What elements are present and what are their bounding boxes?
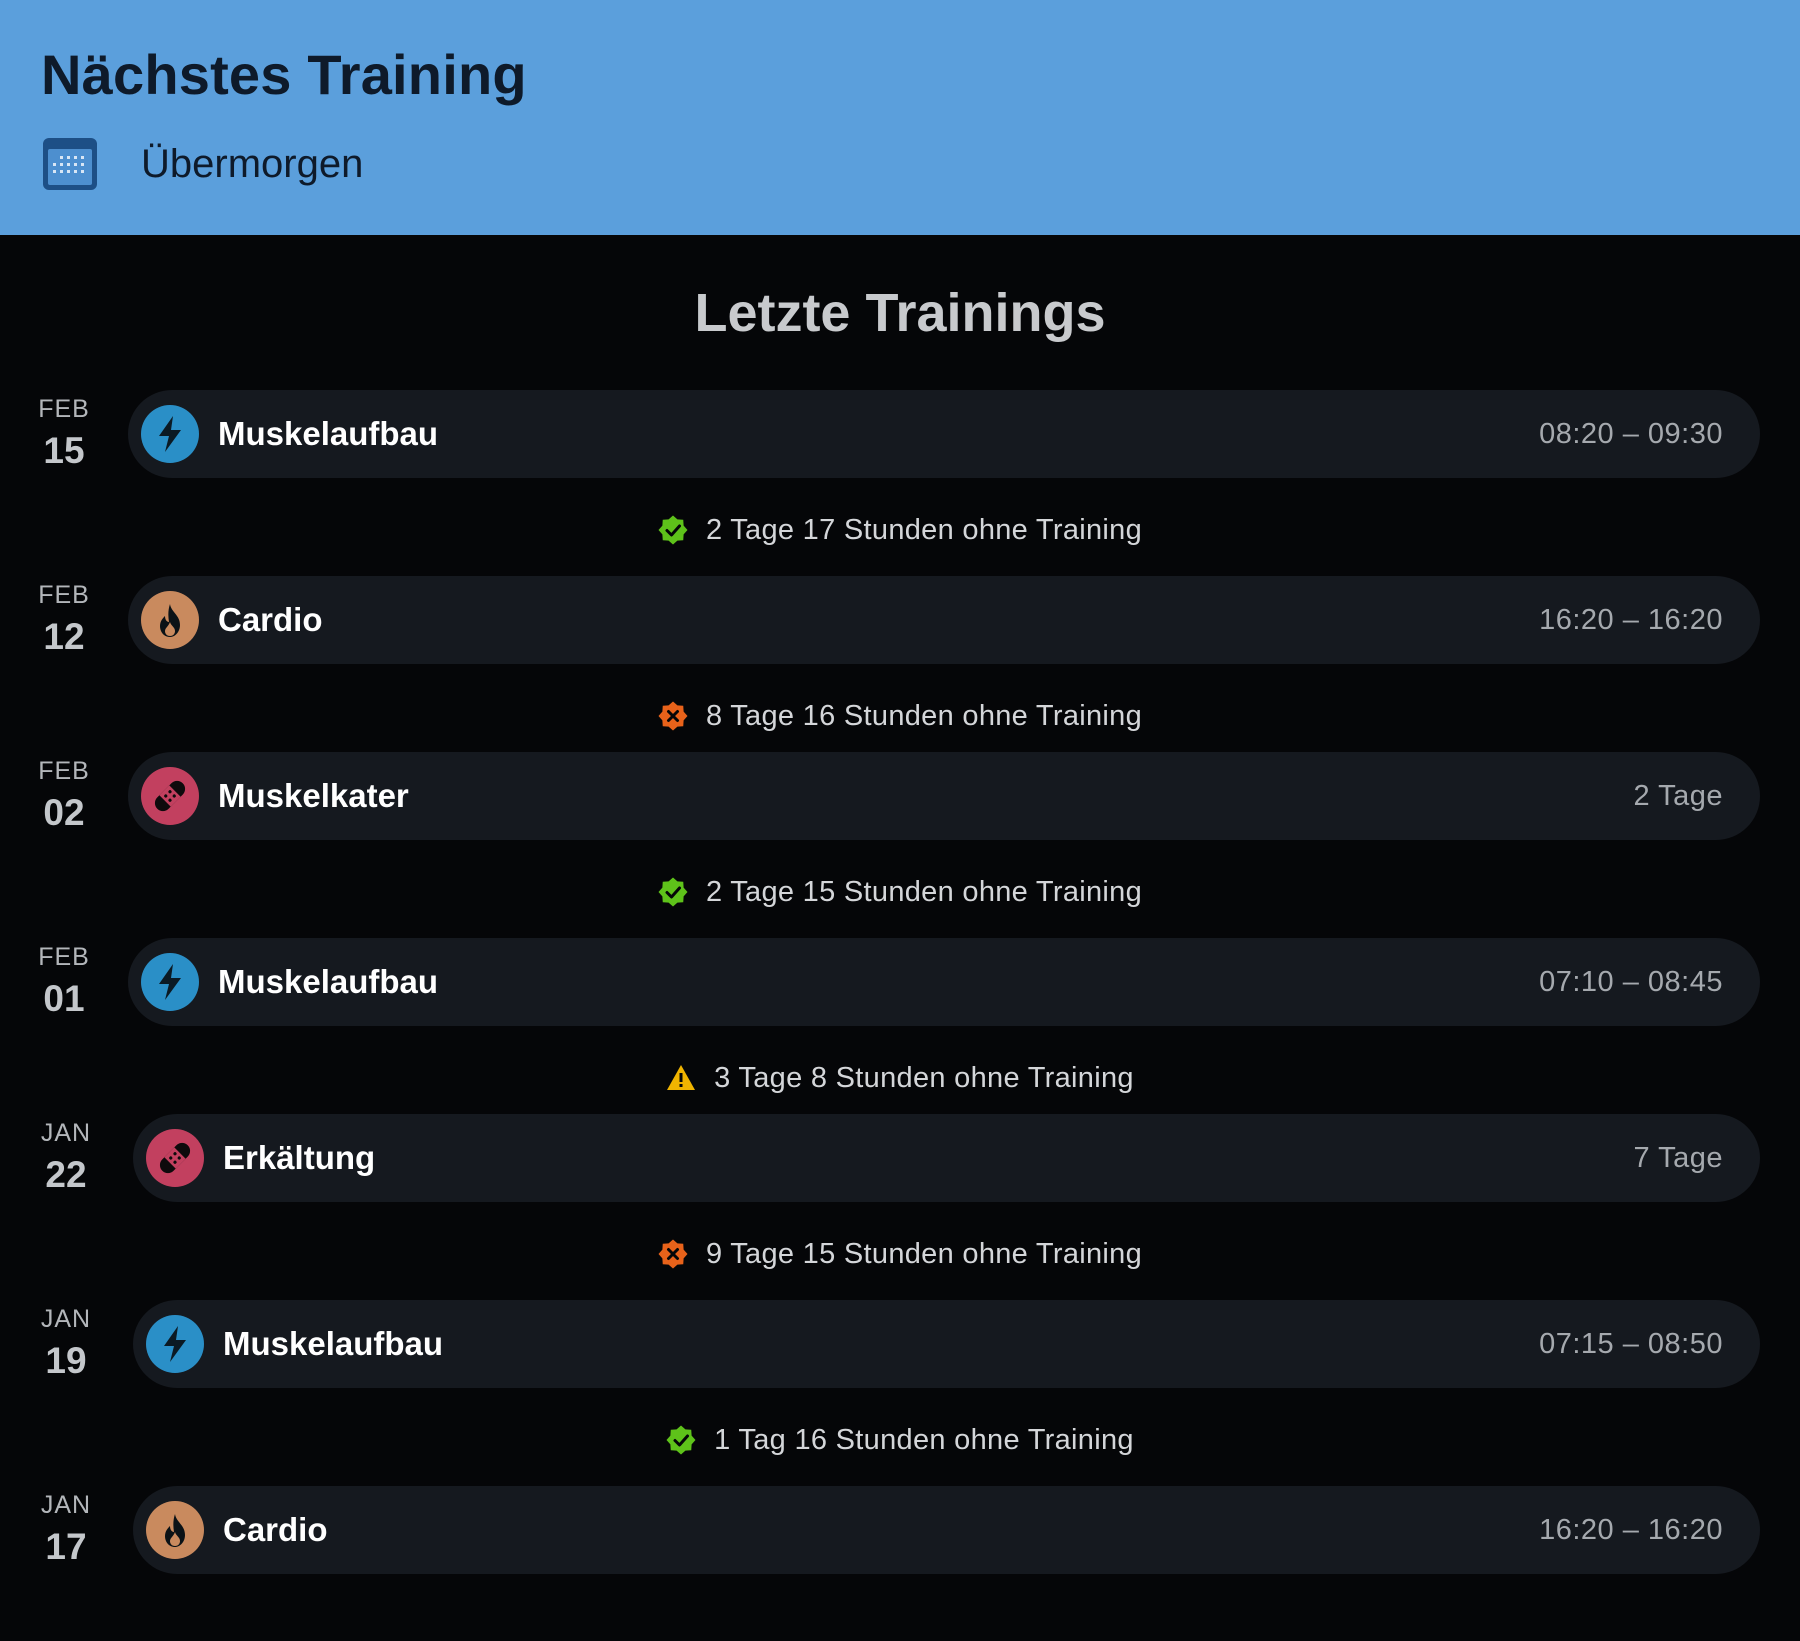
training-time: 07:15 – 08:50 [1539,1327,1723,1360]
training-time: 16:20 – 16:20 [1539,603,1723,636]
lightning-icon [141,405,199,463]
date-month: FEB [38,581,90,609]
training-timeline: FEB 15 Muskelaufbau 08:20 – 09:30 FEB 12 Cardi… [0,0,1800,1641]
training-entry[interactable]: Muskelaufbau 08:20 – 09:30 [128,390,1760,478]
date-month: FEB [38,395,90,423]
training-name: Muskelkater [218,777,409,814]
date-label: FEB 01 [9,943,119,1020]
rest-gap: 8 Tage 16 Stunden ohne Training [0,696,1800,736]
warning-icon [666,1063,696,1093]
date-month: FEB [38,757,90,785]
lightning-icon [146,1315,204,1373]
bandage-icon [141,767,199,825]
date-day: 02 [43,792,85,833]
date-label: FEB 02 [9,757,119,834]
training-time: 08:20 – 09:30 [1539,417,1723,450]
x-badge-icon [658,701,688,731]
training-entry[interactable]: Erkältung 7 Tage [133,1114,1760,1202]
rest-gap-text: 2 Tage 15 Stunden ohne Training [705,875,1143,908]
date-label: JAN 17 [11,1491,121,1568]
rest-gap: 2 Tage 17 Stunden ohne Training [0,510,1800,550]
bandage-icon [146,1129,204,1187]
x-badge-icon [658,1239,688,1269]
lightning-icon [141,953,199,1011]
rest-gap: 9 Tage 15 Stunden ohne Training [0,1234,1800,1274]
date-month: FEB [38,943,90,971]
fire-icon [141,591,199,649]
rest-gap-text: 9 Tage 15 Stunden ohne Training [705,1237,1143,1270]
date-month: JAN [40,1119,92,1147]
check-badge-icon [658,515,688,545]
date-day: 22 [45,1154,87,1195]
date-day: 12 [43,616,85,657]
rest-gap-text: 3 Tage 8 Stunden ohne Training [714,1061,1134,1094]
rest-gap-text: 8 Tage 16 Stunden ohne Training [705,699,1143,732]
rest-gap: 3 Tage 8 Stunden ohne Training [0,1058,1800,1098]
training-name: Muskelaufbau [218,415,439,452]
training-name: Erkältung [223,1139,376,1176]
date-day: 15 [43,430,85,471]
date-label: JAN 19 [11,1305,121,1382]
check-badge-icon [666,1425,696,1455]
training-entry[interactable]: Muskelaufbau 07:10 – 08:45 [128,938,1760,1026]
training-time: 2 Tage [1633,779,1723,812]
training-name: Cardio [218,601,323,638]
rest-gap-text: 1 Tag 16 Stunden ohne Training [714,1423,1134,1456]
date-day: 17 [45,1526,87,1567]
training-name: Muskelaufbau [223,1325,444,1362]
date-day: 01 [43,978,85,1019]
training-entry[interactable]: Muskelkater 2 Tage [128,752,1760,840]
training-time: 07:10 – 08:45 [1539,965,1723,998]
training-name: Muskelaufbau [218,963,439,1000]
fire-icon [146,1501,204,1559]
training-time: 16:20 – 16:20 [1539,1513,1723,1546]
training-entry[interactable]: Cardio 16:20 – 16:20 [128,576,1760,664]
date-month: JAN [40,1491,92,1519]
date-label: FEB 15 [9,395,119,472]
date-label: FEB 12 [9,581,119,658]
rest-gap-text: 2 Tage 17 Stunden ohne Training [705,513,1143,546]
date-day: 19 [45,1340,87,1381]
date-label: JAN 22 [11,1119,121,1196]
rest-gap: 1 Tag 16 Stunden ohne Training [0,1420,1800,1460]
date-month: JAN [40,1305,92,1333]
check-badge-icon [658,877,688,907]
training-entry[interactable]: Cardio 16:20 – 16:20 [133,1486,1760,1574]
training-name: Cardio [223,1511,328,1548]
training-entry[interactable]: Muskelaufbau 07:15 – 08:50 [133,1300,1760,1388]
training-time: 7 Tage [1633,1141,1723,1174]
rest-gap: 2 Tage 15 Stunden ohne Training [0,872,1800,912]
